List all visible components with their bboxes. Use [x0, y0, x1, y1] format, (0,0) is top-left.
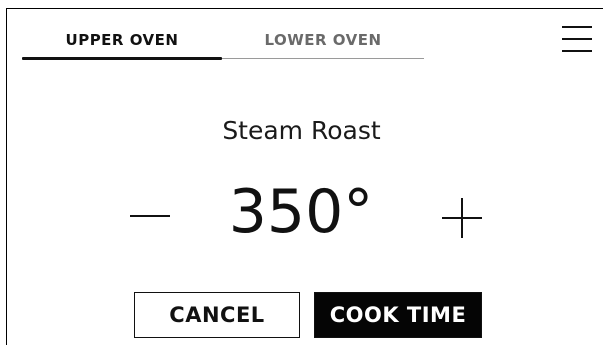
hamburger-menu-icon — [562, 50, 592, 52]
cancel-button[interactable]: CANCEL — [134, 292, 300, 338]
cooking-mode-title: Steam Roast — [222, 116, 381, 145]
hamburger-menu-icon — [562, 38, 592, 40]
minus-icon — [130, 215, 170, 217]
tab-upper-oven[interactable]: UPPER OVEN — [22, 24, 222, 56]
temperature-value: 350° — [228, 177, 374, 247]
screen-border-left — [6, 8, 7, 345]
increase-temperature-button[interactable] — [440, 196, 484, 240]
plus-icon — [461, 198, 463, 238]
active-tab-indicator — [22, 57, 222, 60]
menu-button[interactable] — [560, 24, 594, 56]
oven-control-screen: UPPER OVEN LOWER OVEN Steam Roast 350° C… — [0, 0, 603, 345]
cook-time-button[interactable]: COOK TIME — [314, 292, 482, 338]
tab-lower-oven[interactable]: LOWER OVEN — [222, 24, 424, 56]
screen-border-top — [6, 8, 603, 9]
decrease-temperature-button[interactable] — [128, 196, 172, 236]
oven-tabs: UPPER OVEN LOWER OVEN — [22, 24, 424, 60]
hamburger-menu-icon — [562, 26, 592, 28]
